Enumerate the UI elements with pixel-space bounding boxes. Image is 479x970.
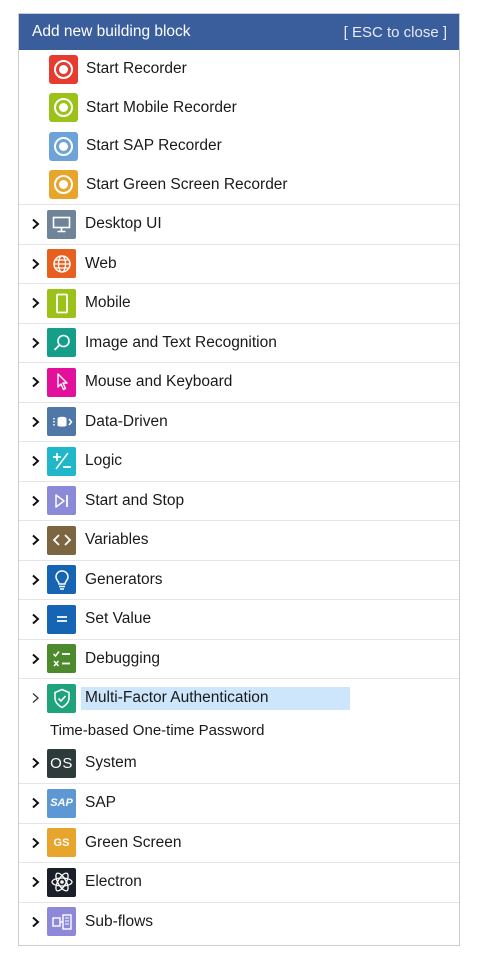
code-brackets-icon: [47, 525, 76, 555]
category-label: Mouse and Keyboard: [85, 373, 233, 391]
category-label: Debugging: [85, 649, 160, 667]
category-web[interactable]: Web: [19, 243, 459, 284]
category-set-value[interactable]: Set Value: [19, 599, 459, 639]
smartphone-icon: [47, 288, 76, 318]
category-label: Variables: [85, 531, 149, 549]
equals-icon: [47, 604, 76, 634]
chevron-right-icon[interactable]: [29, 217, 41, 231]
gs-icon: GS: [47, 828, 76, 858]
panel-header: Add new building block [ ESC to close ]: [19, 14, 459, 50]
recorder-list: Start Recorder Start Mobile Recorder Sta…: [19, 50, 459, 204]
chevron-right-icon[interactable]: [29, 573, 41, 587]
category-electron[interactable]: Electron: [19, 862, 459, 902]
category-label: Multi-Factor Authentication: [85, 689, 269, 707]
category-label: Logic: [85, 452, 123, 470]
chevron-right-icon[interactable]: [29, 836, 41, 850]
start-sap-recorder-item[interactable]: Start SAP Recorder: [19, 127, 459, 166]
category-label: SAP: [85, 794, 117, 812]
electron-icon: [47, 867, 76, 897]
category-sap[interactable]: SAP SAP: [19, 783, 459, 823]
play-stop-icon: [47, 486, 76, 516]
subflow-icon: [47, 907, 76, 937]
sap-badge: SAP: [50, 797, 73, 810]
chevron-right-icon[interactable]: [29, 652, 41, 666]
category-system[interactable]: OS System: [19, 744, 459, 784]
shield-check-icon: [47, 683, 76, 713]
monitor-icon: [47, 209, 76, 239]
chevron-right-icon[interactable]: [29, 415, 41, 429]
chevron-right-icon[interactable]: [29, 756, 41, 770]
cursor-icon: [47, 367, 76, 397]
os-badge: OS: [50, 754, 73, 772]
chevron-right-icon[interactable]: [29, 533, 41, 547]
start-green-screen-recorder-item[interactable]: Start Green Screen Recorder: [19, 166, 459, 205]
sub-item-totp[interactable]: Time-based One-time Password: [19, 718, 459, 744]
category-label: Sub-flows: [85, 912, 154, 930]
category-label: Web: [85, 254, 117, 272]
category-generators[interactable]: Generators: [19, 559, 459, 600]
record-icon: [49, 93, 78, 123]
chevron-right-icon[interactable]: [29, 494, 41, 508]
category-image-text-recognition[interactable]: Image and Text Recognition: [19, 322, 459, 363]
panel-title: Add new building block: [32, 23, 191, 40]
recorder-label: Start SAP Recorder: [86, 137, 222, 155]
category-mobile[interactable]: Mobile: [19, 283, 459, 323]
category-multi-factor-authentication[interactable]: Multi-Factor Authentication: [19, 678, 459, 718]
chevron-right-icon[interactable]: [29, 336, 41, 350]
category-label: System: [85, 754, 137, 772]
recorder-label: Start Green Screen Recorder: [86, 175, 288, 193]
chevron-right-icon[interactable]: [29, 612, 41, 626]
category-start-stop[interactable]: Start and Stop: [19, 480, 459, 521]
chevron-right-icon[interactable]: [29, 375, 41, 389]
category-label: Data-Driven: [85, 412, 168, 430]
database-icon: [47, 407, 76, 437]
os-icon: OS: [47, 748, 76, 778]
chevron-right-icon[interactable]: [29, 454, 41, 468]
category-green-screen[interactable]: GS Green Screen: [19, 822, 459, 863]
globe-icon: [47, 249, 76, 279]
chevron-right-icon[interactable]: [29, 691, 41, 705]
category-debugging[interactable]: Debugging: [19, 638, 459, 679]
category-list: Desktop UI Web Mobile Image and Text Rec…: [19, 204, 459, 941]
start-recorder-item[interactable]: Start Recorder: [19, 50, 459, 89]
category-mouse-keyboard[interactable]: Mouse and Keyboard: [19, 362, 459, 402]
category-label: Image and Text Recognition: [85, 333, 277, 351]
category-label: Start and Stop: [85, 491, 185, 509]
recorder-label: Start Recorder: [86, 60, 187, 78]
category-label: Set Value: [85, 610, 152, 628]
chevron-right-icon[interactable]: [29, 875, 41, 889]
building-block-panel: Add new building block [ ESC to close ] …: [18, 13, 460, 946]
record-icon: [49, 54, 78, 84]
magnifier-icon: [47, 328, 76, 358]
sap-icon: SAP: [47, 788, 76, 818]
category-label: Generators: [85, 570, 163, 588]
selected-highlight: Multi-Factor Authentication: [81, 686, 350, 710]
category-label: Electron: [85, 873, 142, 891]
checklist-icon: [47, 644, 76, 674]
record-icon: [49, 170, 78, 200]
category-label: Mobile: [85, 294, 131, 312]
plus-minus-icon: [47, 446, 76, 476]
category-label: Desktop UI: [85, 215, 162, 233]
record-icon: [49, 131, 78, 161]
gs-badge: GS: [53, 836, 70, 849]
category-logic[interactable]: Logic: [19, 441, 459, 481]
category-desktop-ui[interactable]: Desktop UI: [19, 204, 459, 244]
recorder-label: Start Mobile Recorder: [86, 98, 237, 116]
chevron-right-icon[interactable]: [29, 915, 41, 929]
start-mobile-recorder-item[interactable]: Start Mobile Recorder: [19, 89, 459, 128]
chevron-right-icon[interactable]: [29, 296, 41, 310]
category-data-driven[interactable]: Data-Driven: [19, 401, 459, 442]
chevron-right-icon[interactable]: [29, 796, 41, 810]
lightbulb-icon: [47, 565, 76, 595]
close-hint[interactable]: [ ESC to close ]: [344, 24, 447, 41]
category-variables[interactable]: Variables: [19, 520, 459, 560]
category-sub-flows[interactable]: Sub-flows: [19, 901, 459, 942]
chevron-right-icon[interactable]: [29, 257, 41, 271]
category-label: Green Screen: [85, 833, 182, 851]
